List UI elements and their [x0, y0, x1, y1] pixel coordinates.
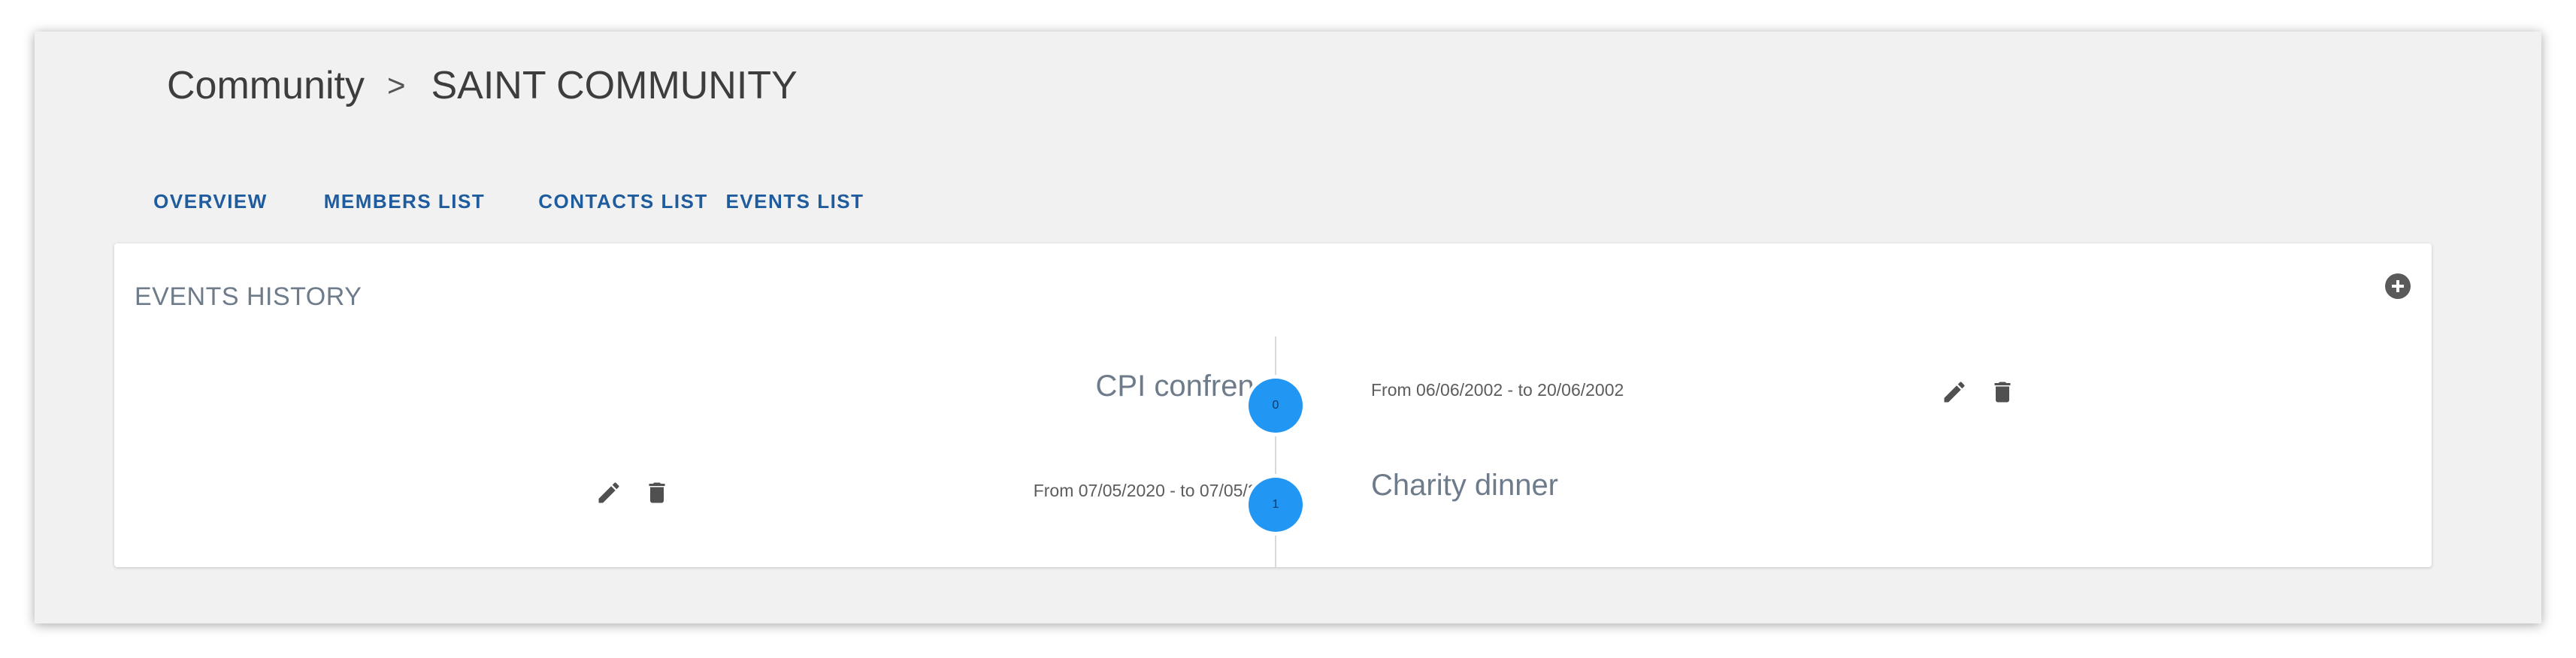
events-history-card: EVENTS HISTORY CPI confrence 0 From 06/0… [114, 243, 2432, 567]
event-date-range: From 07/05/2020 - to 07/05/2020 [1033, 481, 1286, 500]
trash-icon[interactable] [1989, 379, 2016, 406]
breadcrumb-separator: > [386, 68, 406, 103]
tab-contacts-list[interactable]: CONTACTS LIST [522, 158, 725, 245]
event-date-range: From 06/06/2002 - to 20/06/2002 [1371, 380, 1624, 400]
event-title: Charity dinner [1371, 469, 1559, 502]
app-window: Community > SAINT COMMUNITY OVERVIEW MEM… [35, 32, 2541, 623]
tab-members-list[interactable]: MEMBERS LIST [307, 158, 502, 245]
breadcrumb-current: SAINT COMMUNITY [431, 64, 798, 107]
event-index-badge: 0 [1249, 379, 1303, 433]
trash-icon[interactable] [643, 479, 670, 506]
breadcrumb: Community > SAINT COMMUNITY [167, 59, 798, 113]
tab-overview[interactable]: OVERVIEW [135, 158, 286, 245]
breadcrumb-root[interactable]: Community [167, 63, 365, 108]
pencil-icon[interactable] [595, 479, 622, 506]
add-circle-icon[interactable] [2385, 273, 2411, 299]
tab-events-list[interactable]: EVENTS LIST [707, 158, 882, 245]
card-title: EVENTS HISTORY [135, 282, 362, 311]
pencil-icon[interactable] [1941, 379, 1968, 406]
event-index-badge: 1 [1249, 478, 1303, 532]
